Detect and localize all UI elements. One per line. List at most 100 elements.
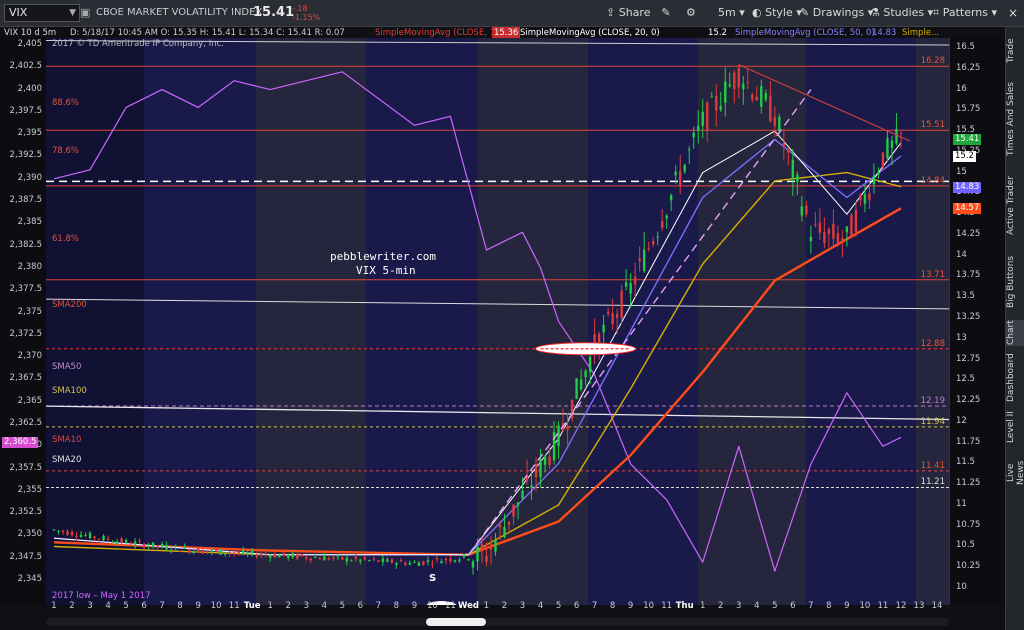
sma200-label: SMA200 — [52, 300, 87, 310]
vix-candle — [192, 551, 195, 553]
sma100-line — [53, 207, 902, 556]
vix-candle — [160, 543, 164, 547]
vix-candle — [624, 282, 628, 287]
time-axis: 1 2 3 4 5 6 7 8 9 10 11 Tue 1 2 3 4 5 6 7 8 9 10 11 Wed 1 2 3 4 5 6 7 8… — [46, 601, 949, 615]
sma10-line — [53, 130, 902, 556]
vix-candle — [521, 490, 524, 499]
chart-plot-area[interactable]: 2017 © TD Ameritrade IP Company, Inc. 88… — [46, 38, 949, 605]
time-scrollbar[interactable] — [46, 618, 949, 626]
vix-candle — [242, 550, 245, 554]
symbol-input[interactable]: VIX ▼ — [4, 4, 80, 22]
left-axis-tick: 2,365 — [17, 395, 42, 406]
vix-candle — [890, 140, 894, 148]
vix-candle — [75, 535, 78, 537]
gear-icon: ⚙ — [686, 6, 696, 19]
time-axis-label: 10 — [643, 601, 655, 611]
vix-candle — [300, 553, 303, 557]
s-marker: S — [429, 573, 437, 584]
vix-candle — [845, 226, 849, 233]
studies-button[interactable]: ⚗ Studies ▾ — [870, 5, 933, 21]
vix-candle — [444, 558, 448, 561]
left-axis-tag: 2,360.5 — [2, 437, 39, 448]
left-axis-tick: 2,370 — [17, 351, 42, 362]
sma20-label: SMA20 — [52, 455, 82, 465]
vix-candle — [872, 175, 876, 185]
patterns-button[interactable]: ⌗ Patterns ▾ — [933, 5, 997, 21]
vix-candle — [462, 554, 466, 558]
vix-candle — [93, 536, 96, 538]
vix-candle — [431, 563, 434, 565]
vix-candle — [165, 545, 168, 550]
vix-candle — [814, 223, 817, 225]
dashed-trendline — [467, 89, 812, 556]
level-value-label: 14.84 — [920, 175, 945, 186]
side-tab-dashboard[interactable]: Dashboard — [1006, 353, 1024, 403]
vix-candle — [435, 558, 439, 560]
vix-candle — [57, 530, 60, 532]
vix-candle — [566, 426, 569, 430]
drawings-button[interactable]: ✎ Drawings ▾ — [800, 5, 873, 21]
vix-candle — [728, 84, 731, 87]
vix-candle — [633, 276, 637, 285]
vix-candle — [368, 560, 371, 562]
vix-candle — [530, 485, 533, 488]
style-button[interactable]: ◐ Style ▾ — [752, 5, 802, 21]
vix-candle — [278, 555, 281, 558]
left-axis-tick: 2,405 — [17, 39, 42, 49]
vix-candle — [818, 222, 822, 233]
left-axis-tick: 2,347.5 — [9, 551, 42, 562]
time-axis-label: 6 — [357, 601, 364, 611]
vix-candle — [557, 425, 560, 447]
vix-candle — [769, 95, 772, 122]
vix-candle — [701, 111, 704, 126]
close-icon[interactable]: × — [1008, 5, 1018, 21]
side-tab-level-ii[interactable]: Level II — [1006, 411, 1024, 443]
share-button[interactable]: ⇪ Share — [606, 5, 650, 21]
right-axis-tick: 13.5 — [956, 291, 975, 302]
vix-candle — [381, 558, 385, 563]
chevron-down-icon[interactable]: ▼ — [69, 5, 76, 21]
last-price: 15.41 — [253, 5, 295, 20]
side-tab-trade[interactable]: Trade — [1006, 31, 1024, 71]
scrollbar-thumb[interactable] — [426, 618, 486, 626]
side-tab-live-news[interactable]: Live News — [1006, 451, 1024, 495]
side-tab-chart[interactable]: Chart — [1006, 320, 1024, 346]
vix-candle — [115, 541, 119, 544]
time-axis-label: 9 — [627, 601, 634, 611]
vix-candle — [169, 549, 173, 551]
vix-candle — [850, 214, 853, 239]
time-axis-label: 13 — [913, 601, 925, 611]
sma20-line — [53, 138, 902, 556]
timeframe-button[interactable]: 5m ▾ — [718, 5, 745, 21]
time-axis-label: 5 — [339, 601, 346, 611]
chart-type-button[interactable]: ✎ — [656, 5, 676, 21]
vix-candle — [715, 95, 718, 111]
vix-candle — [480, 543, 484, 551]
vix-candle — [724, 81, 727, 103]
vix-candle — [751, 94, 754, 100]
vix-candle — [809, 236, 813, 242]
symbol-lock-icon[interactable]: ▣ — [80, 5, 90, 21]
settings-button[interactable]: ⚙ — [686, 5, 700, 21]
vix-candle — [471, 561, 475, 568]
vix-candle — [458, 559, 461, 561]
left-axis-tick: 2,402.5 — [9, 61, 42, 72]
right-axis-tick: 12.25 — [956, 395, 981, 406]
left-axis-tick: 2,400 — [17, 83, 42, 94]
side-tab-big-buttons[interactable]: Big Buttons — [1006, 251, 1024, 313]
vix-candle — [737, 68, 740, 88]
left-axis-tick: 2,390 — [17, 172, 42, 183]
right-axis-tick: 13 — [956, 332, 967, 343]
vix-candle — [719, 106, 722, 110]
vix-candle — [548, 456, 551, 465]
time-axis-label: 3 — [87, 601, 93, 611]
level-value-label: 12.88 — [920, 338, 945, 349]
right-axis-tick: 16 — [956, 83, 967, 94]
vix-candle — [615, 313, 619, 319]
side-tab-times-and-sales[interactable]: Times And Sales — [1006, 79, 1024, 159]
side-tab-active-trader[interactable]: Active Trader — [1006, 167, 1024, 243]
vix-candle — [404, 562, 407, 565]
vix-candle — [642, 249, 646, 272]
vix-candle — [692, 132, 695, 138]
vix-candle — [228, 552, 231, 554]
